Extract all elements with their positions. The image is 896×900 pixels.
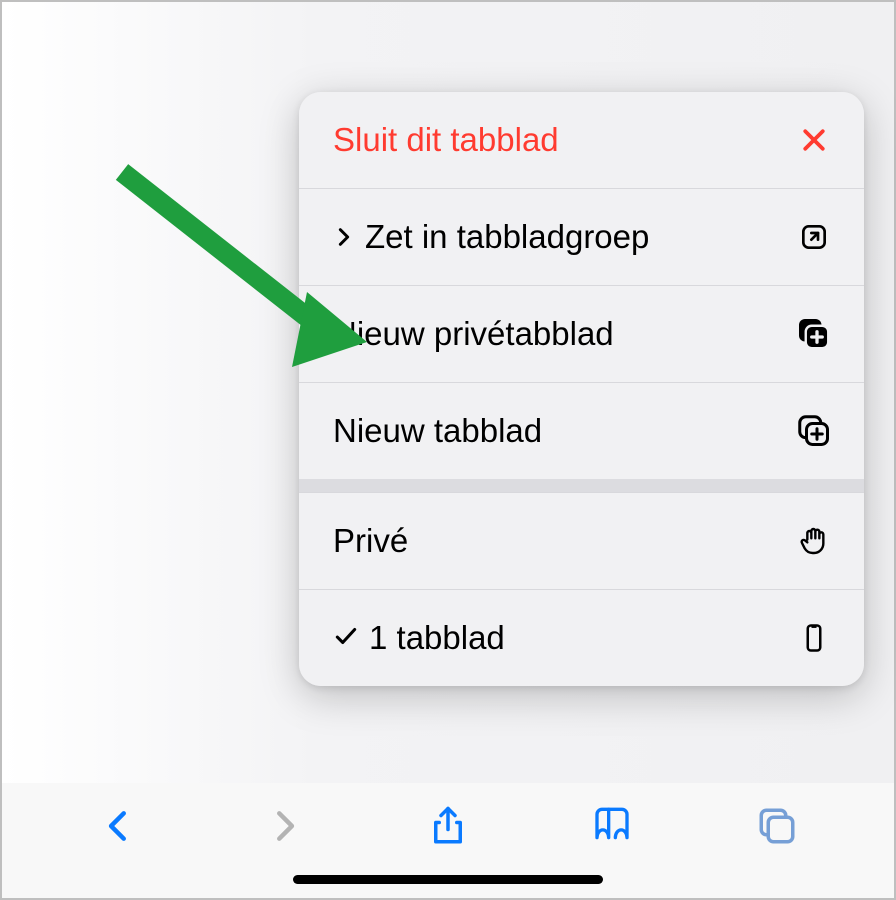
new-tab-label: Nieuw tabblad	[333, 412, 542, 450]
tabs-button[interactable]	[752, 801, 802, 851]
new-tab-item[interactable]: Nieuw tabblad	[299, 383, 864, 479]
home-indicator	[293, 875, 603, 884]
new-private-tab-label: Nieuw privétabblad	[333, 315, 614, 353]
plus-square-filled-icon	[794, 314, 834, 354]
chevron-right-icon	[333, 218, 355, 256]
move-to-group-item[interactable]: Zet in tabbladgroep	[299, 189, 864, 286]
close-tab-label: Sluit dit tabblad	[333, 121, 559, 159]
menu-divider	[299, 479, 864, 493]
share-button[interactable]	[423, 801, 473, 851]
open-external-icon	[794, 217, 834, 257]
forward-button[interactable]	[259, 801, 309, 851]
private-mode-item[interactable]: Privé	[299, 493, 864, 590]
phone-icon	[794, 618, 834, 658]
back-button[interactable]	[94, 801, 144, 851]
bookmarks-button[interactable]	[587, 801, 637, 851]
close-tab-item[interactable]: Sluit dit tabblad	[299, 92, 864, 189]
hand-icon	[794, 521, 834, 561]
close-icon	[794, 120, 834, 160]
plus-square-icon	[794, 411, 834, 451]
tab-context-menu: Sluit dit tabblad Zet in tabbladgroep	[299, 92, 864, 686]
private-mode-label: Privé	[333, 522, 408, 560]
new-private-tab-item[interactable]: Nieuw privétabblad	[299, 286, 864, 383]
one-tab-label: 1 tabblad	[369, 619, 505, 657]
move-to-group-label: Zet in tabbladgroep	[365, 218, 649, 256]
checkmark-icon	[333, 619, 359, 657]
one-tab-item[interactable]: 1 tabblad	[299, 590, 864, 686]
